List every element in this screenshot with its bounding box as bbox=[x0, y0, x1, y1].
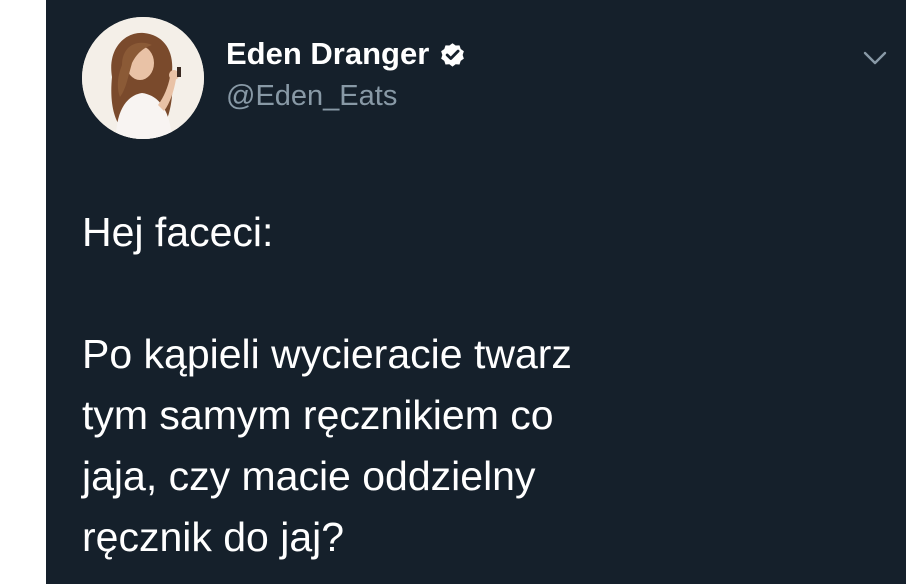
tweet-body-line: jaja, czy macie oddzielny bbox=[82, 453, 536, 499]
author-name[interactable]: Eden Dranger bbox=[226, 34, 467, 74]
tweet-body-line: ręcznik do jaj? bbox=[82, 514, 345, 560]
tweet-greeting: Hej faceci: bbox=[82, 209, 274, 255]
tweet-text: Hej faceci: Po kąpieli wycieracie twarz … bbox=[82, 202, 872, 568]
tweet-body-line: tym samym ręcznikiem co bbox=[82, 392, 554, 438]
verified-badge-icon bbox=[438, 40, 467, 69]
author-name-text[interactable]: Eden Dranger bbox=[226, 36, 429, 72]
tweet-card: Eden Dranger @Eden_Eats Hej faceci: Po k… bbox=[46, 0, 906, 584]
tweet-body-line: Po kąpieli wycieracie twarz bbox=[82, 331, 572, 377]
screenshot-frame: Eden Dranger @Eden_Eats Hej faceci: Po k… bbox=[0, 0, 922, 584]
author-avatar[interactable] bbox=[82, 17, 204, 139]
avatar-image bbox=[82, 17, 204, 139]
tweet-body: Po kąpieli wycieracie twarz tym samym rę… bbox=[82, 324, 872, 568]
author-handle[interactable]: @Eden_Eats bbox=[226, 80, 397, 113]
chevron-down-icon[interactable] bbox=[862, 49, 888, 67]
